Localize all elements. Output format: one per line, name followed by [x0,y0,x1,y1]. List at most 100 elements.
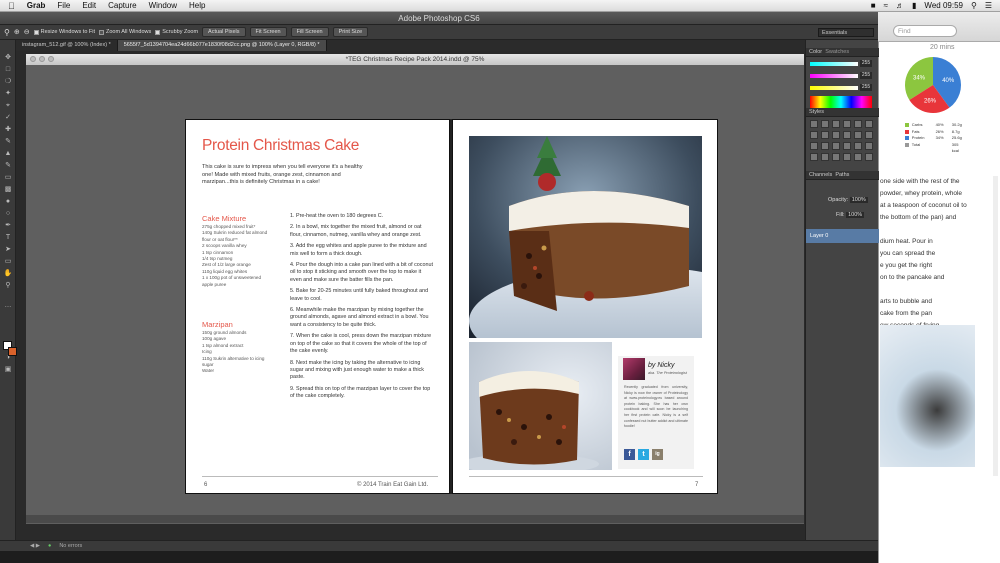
fit-screen-button[interactable]: Fit Screen [249,27,287,37]
facebook-icon[interactable]: f [624,449,635,460]
crop-tool-icon[interactable]: ⌖ [3,102,13,110]
style-swatch[interactable] [832,153,840,161]
magic-wand-tool-icon[interactable]: ✦ [3,90,13,98]
style-swatch[interactable] [865,120,873,128]
zoom-out-icon[interactable]: ⊖ [24,28,30,36]
red-value[interactable]: 255 [860,60,872,67]
opacity-control[interactable]: Opacity: 100% [828,197,868,203]
lasso-tool-icon[interactable]: ❍ [3,78,13,86]
menu-window[interactable]: Window [143,0,183,12]
menu-capture[interactable]: Capture [102,0,142,12]
eraser-tool-icon[interactable]: ▭ [3,174,13,182]
style-swatch[interactable] [832,131,840,139]
style-swatch[interactable] [843,120,851,128]
fill-screen-button[interactable]: Fill Screen [290,27,329,37]
zoom-tool-icon[interactable]: ⚲ [3,282,13,290]
battery-icon[interactable]: ▮ [908,1,920,10]
legend-swatch [905,136,909,140]
style-swatch[interactable] [843,153,851,161]
menu-help[interactable]: Help [183,0,211,12]
fill-control[interactable]: Fill: 100% [836,212,865,218]
style-swatch[interactable] [865,153,873,161]
zoom-all-windows-checkbox[interactable]: Zoom All Windows [99,29,151,35]
minimize-button[interactable] [39,56,45,62]
clock[interactable]: Wed 09:59 [920,1,967,10]
menu-edit[interactable]: Edit [76,0,102,12]
style-swatch[interactable] [821,120,829,128]
shape-tool-icon[interactable]: ▭ [3,258,13,266]
side-scrollbar[interactable] [993,176,998,476]
type-tool-icon[interactable]: T [3,234,13,242]
wifi-icon[interactable]: ≈ [880,1,892,10]
volume-icon[interactable]: ♬ [892,1,908,10]
path-select-tool-icon[interactable]: ➤ [3,246,13,254]
tab-channels[interactable]: Channels [809,172,832,178]
actual-pixels-button[interactable]: Actual Pixels [202,27,246,37]
style-swatch[interactable] [821,153,829,161]
workspace-select[interactable]: Essentials [818,28,874,37]
tab-instagram[interactable]: instagram_512.gif @ 100% (Index) * [16,40,118,51]
nav-arrows-icon[interactable]: ◀ ▶ [30,543,40,549]
style-swatch[interactable] [854,142,862,150]
twitter-icon[interactable]: t [638,449,649,460]
resize-windows-checkbox[interactable]: Resize Windows to Fit [33,29,95,35]
hand-tool-icon[interactable]: ✋ [3,270,13,278]
history-brush-icon[interactable]: ✎ [3,162,13,170]
style-swatch[interactable] [865,131,873,139]
menu-grab[interactable]: Grab [21,0,52,12]
blur-tool-icon[interactable]: ● [3,198,13,206]
apple-icon[interactable]:  [0,0,21,12]
close-button[interactable] [30,56,36,62]
style-swatch[interactable] [810,142,818,150]
document-hscrollbar[interactable] [26,515,804,523]
tab-color[interactable]: Color [809,49,822,55]
green-slider[interactable] [810,74,858,78]
stamp-tool-icon[interactable]: ▲ [3,150,13,158]
style-swatch[interactable] [821,131,829,139]
background-color-swatch[interactable] [8,347,17,356]
zoom-in-icon[interactable]: ⊕ [14,28,20,36]
notifications-icon[interactable]: ☰ [981,1,996,10]
print-size-button[interactable]: Print Size [332,27,369,37]
green-value[interactable]: 255 [860,72,872,79]
style-swatch[interactable] [854,153,862,161]
menu-file[interactable]: File [51,0,76,12]
style-swatch[interactable] [832,120,840,128]
layer-row[interactable]: Layer 0 [806,229,879,243]
marquee-tool-icon[interactable]: □ [3,66,13,74]
spotlight-icon[interactable]: ⚲ [967,1,981,10]
style-swatch[interactable] [843,142,851,150]
style-swatch[interactable] [865,142,873,150]
instagram-icon[interactable]: ig [652,449,663,460]
gradient-tool-icon[interactable]: ▩ [3,186,13,194]
more-tools-icon[interactable]: … [3,302,13,310]
style-swatch[interactable] [854,131,862,139]
blue-slider[interactable] [810,86,858,90]
dropbox-icon[interactable]: ■ [867,1,880,10]
find-field[interactable]: Find [893,25,957,37]
styles-panel-header[interactable]: Styles [806,108,879,117]
healing-tool-icon[interactable]: ✚ [3,126,13,134]
move-tool-icon[interactable]: ✥ [3,54,13,62]
tab-paths[interactable]: Paths [835,172,849,178]
style-swatch[interactable] [854,120,862,128]
color-spectrum[interactable] [810,96,872,108]
style-swatch[interactable] [810,120,818,128]
scrubby-zoom-checkbox[interactable]: Scrubby Zoom [155,29,198,35]
tab-layer-png[interactable]: 5655f7_5d1394704ea24d66b077e1830f08d2cc.… [117,40,327,51]
pen-tool-icon[interactable]: ✒ [3,222,13,230]
eyedropper-tool-icon[interactable]: ✓ [3,114,13,122]
style-swatch[interactable] [810,131,818,139]
blue-value[interactable]: 255 [860,84,872,91]
style-swatch[interactable] [843,131,851,139]
red-slider[interactable] [810,62,858,66]
style-swatch[interactable] [821,142,829,150]
screen-mode-icon[interactable]: ▣ [3,366,13,374]
dodge-tool-icon[interactable]: ○ [3,210,13,218]
brush-tool-icon[interactable]: ✎ [3,138,13,146]
tab-swatches[interactable]: Swatches [825,49,849,55]
zoom-button[interactable] [48,56,54,62]
style-swatch[interactable] [832,142,840,150]
style-swatch[interactable] [810,153,818,161]
zoom-icon[interactable]: ⚲ [4,28,10,37]
